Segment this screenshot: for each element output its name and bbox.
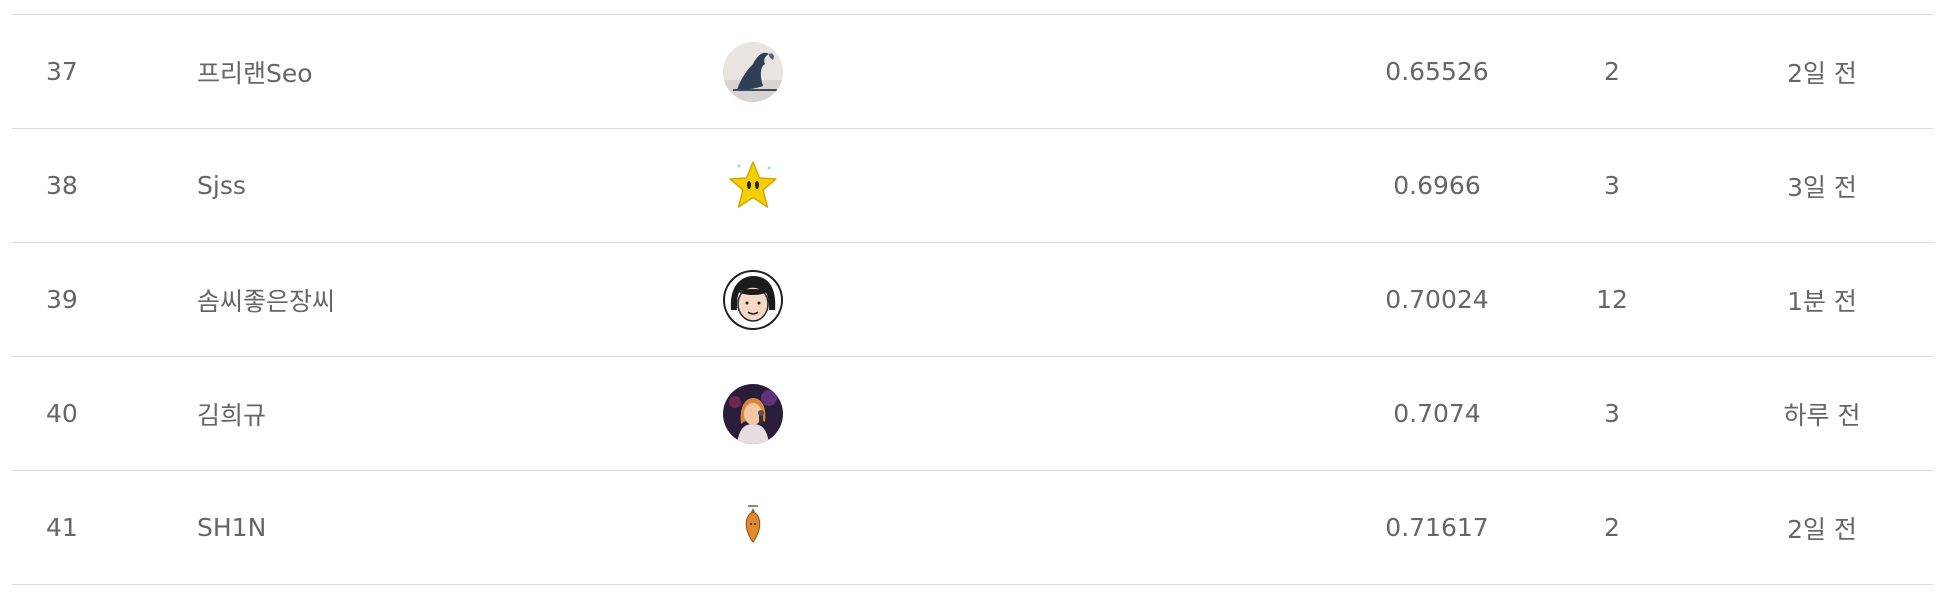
avatar-cell	[723, 15, 783, 128]
submission-count-cell: 2	[1604, 513, 1620, 542]
nickname-cell[interactable]: Sjss	[197, 129, 246, 242]
rank-cell: 38	[46, 171, 78, 200]
rank-cell: 37	[46, 57, 78, 86]
table-row: 40 김희규 0.7074 3 하루 전	[12, 357, 1934, 471]
last-submission-cell: 하루 전	[1783, 400, 1861, 430]
last-submission-cell: 2일 전	[1787, 58, 1857, 88]
submission-count-cell: 3	[1604, 399, 1620, 428]
table-row: 39 솜씨좋은장씨 0.70024 12 1분 전	[12, 243, 1934, 357]
score-cell: 0.7074	[1393, 399, 1481, 428]
nickname-cell[interactable]: 김희규	[197, 357, 266, 470]
rank-cell: 41	[46, 513, 78, 542]
submission-count-cell: 12	[1596, 285, 1628, 314]
submission-count-cell: 2	[1604, 57, 1620, 86]
leaderboard-table: 37 프리랜Seo 0.65526 2 2일 전 38 Sjss 0.6966 …	[12, 14, 1934, 585]
rank-cell: 39	[46, 285, 78, 314]
score-cell: 0.71617	[1385, 513, 1489, 542]
submission-count-cell: 3	[1604, 171, 1620, 200]
star-character-avatar-icon[interactable]	[723, 155, 783, 216]
wave-painting-avatar-icon[interactable]	[723, 41, 783, 102]
score-cell: 0.65526	[1385, 57, 1489, 86]
avatar-cell	[723, 471, 783, 584]
table-row: 38 Sjss 0.6966 3 3일 전	[12, 129, 1934, 243]
score-cell: 0.70024	[1385, 285, 1489, 314]
carrot-character-avatar-icon[interactable]	[723, 497, 783, 558]
rank-cell: 40	[46, 399, 78, 428]
nickname-cell[interactable]: 프리랜Seo	[197, 15, 313, 128]
last-submission-cell: 1분 전	[1787, 286, 1857, 316]
singer-photo-avatar-icon[interactable]	[723, 383, 783, 444]
table-row: 41 SH1N 0.71617 2 2일 전	[12, 471, 1934, 585]
avatar-cell	[723, 129, 783, 242]
last-submission-cell: 3일 전	[1787, 172, 1857, 202]
score-cell: 0.6966	[1393, 171, 1481, 200]
nickname-cell[interactable]: SH1N	[197, 471, 266, 584]
avatar-cell	[723, 243, 783, 356]
last-submission-cell: 2일 전	[1787, 514, 1857, 544]
table-row: 37 프리랜Seo 0.65526 2 2일 전	[12, 15, 1934, 129]
nickname-cell[interactable]: 솜씨좋은장씨	[197, 243, 335, 356]
cartoon-face-avatar-icon[interactable]	[723, 269, 783, 330]
avatar-cell	[723, 357, 783, 470]
